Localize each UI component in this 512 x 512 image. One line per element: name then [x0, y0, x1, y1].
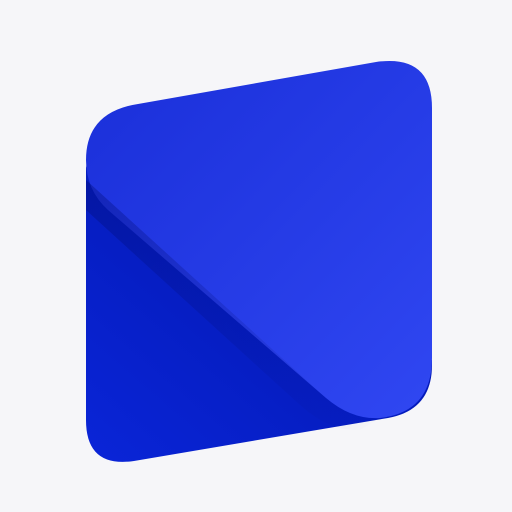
app-logo-icon [86, 60, 432, 462]
icon-canvas [0, 0, 512, 512]
